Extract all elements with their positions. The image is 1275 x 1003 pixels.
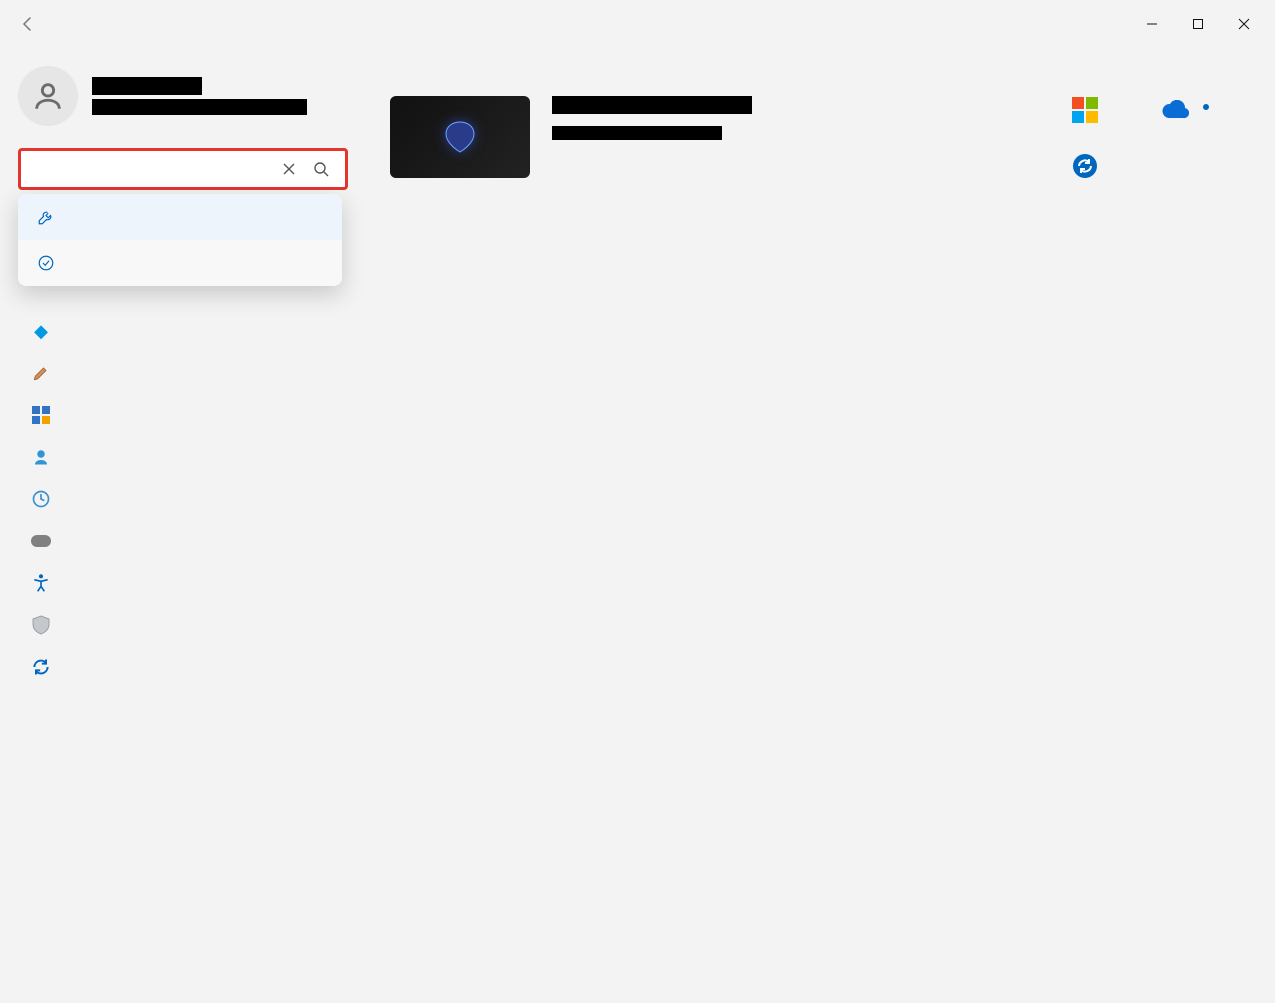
close-icon	[1238, 18, 1250, 30]
nav-time-language[interactable]	[18, 478, 348, 520]
promo-m365[interactable]	[1071, 96, 1125, 124]
nav-privacy[interactable]	[18, 604, 348, 646]
nav-accounts[interactable]	[18, 436, 348, 478]
promo-row	[1071, 96, 1215, 180]
device-image	[390, 96, 530, 178]
user-name-redacted	[92, 77, 202, 95]
avatar	[18, 66, 78, 126]
content	[360, 48, 1275, 1003]
search-submit-button[interactable]	[305, 153, 337, 185]
search-suggestion[interactable]	[18, 240, 342, 286]
wrench-icon	[36, 208, 56, 226]
gamepad-icon	[30, 530, 52, 552]
promo-sub	[1203, 98, 1215, 114]
person-icon	[30, 446, 52, 468]
nav-apps[interactable]	[18, 394, 348, 436]
x-icon	[283, 163, 295, 175]
shield-icon	[30, 614, 52, 636]
nav-windows-update[interactable]	[18, 646, 348, 688]
check-circle-icon	[36, 254, 56, 272]
search-suggestions	[18, 194, 342, 286]
promo-windows-update[interactable]	[1071, 152, 1215, 180]
user-email-redacted	[92, 99, 307, 115]
device-meta	[552, 96, 752, 150]
sidebar: ◆	[0, 48, 360, 1003]
sync-badge-icon	[1071, 152, 1099, 180]
arrow-left-icon	[20, 16, 36, 32]
device-art-icon	[430, 112, 490, 162]
maximize-icon	[1192, 18, 1204, 30]
back-button[interactable]	[8, 4, 48, 44]
maximize-button[interactable]	[1175, 8, 1221, 40]
search-suggestion[interactable]	[18, 194, 342, 240]
window-controls	[1129, 8, 1267, 40]
cloud-icon	[1161, 96, 1189, 124]
apps-icon	[30, 404, 52, 426]
sync-icon	[30, 656, 52, 678]
titlebar	[0, 0, 1275, 48]
search-icon	[313, 161, 329, 177]
search-box	[18, 148, 348, 190]
microsoft-logo-icon	[1071, 96, 1099, 124]
device-model-redacted	[552, 126, 722, 140]
minimize-icon	[1146, 18, 1158, 30]
promo-onedrive[interactable]	[1161, 96, 1215, 124]
globe-clock-icon	[30, 488, 52, 510]
nav-gaming[interactable]	[18, 520, 348, 562]
search-clear-button[interactable]	[273, 153, 305, 185]
minimize-button[interactable]	[1129, 8, 1175, 40]
nav: ◆	[18, 310, 348, 688]
person-icon	[31, 79, 65, 113]
close-button[interactable]	[1221, 8, 1267, 40]
wifi-icon: ◆	[30, 320, 52, 342]
user-meta	[92, 77, 307, 115]
nav-network[interactable]: ◆	[18, 310, 348, 352]
device-row	[390, 96, 1215, 180]
search-input[interactable]	[31, 160, 273, 178]
nav-personalization[interactable]	[18, 352, 348, 394]
nav-accessibility[interactable]	[18, 562, 348, 604]
device-name-redacted	[552, 96, 752, 114]
brush-icon	[30, 362, 52, 384]
user-header[interactable]	[18, 66, 348, 126]
accessibility-icon	[30, 572, 52, 594]
